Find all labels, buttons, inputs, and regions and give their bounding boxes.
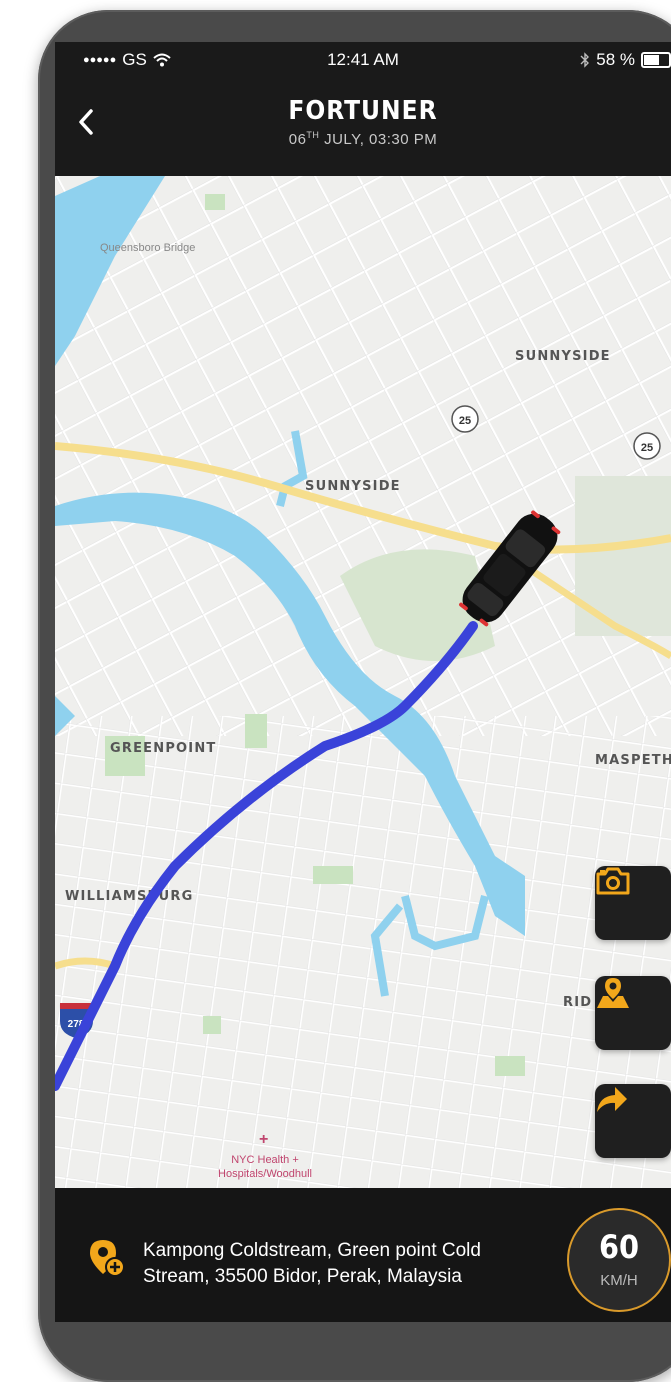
- label-williamsburg: WILLIAMSBURG: [65, 889, 194, 904]
- map-location-button[interactable]: [595, 976, 671, 1050]
- status-bar: ●●●●● GS 12:41 AM 58 %: [55, 42, 671, 78]
- park-area: [205, 194, 225, 210]
- park-area: [245, 714, 267, 748]
- label-greenpoint: GREENPOINT: [110, 741, 217, 756]
- app-screen: ●●●●● GS 12:41 AM 58 % FORTUNER 06TH JUL…: [55, 42, 671, 1322]
- speed-gauge: 60 KM/H: [567, 1208, 671, 1312]
- location-add-icon: [90, 1240, 125, 1277]
- status-right: 58 %: [580, 50, 671, 70]
- map-view[interactable]: Queensboro Bridge SUNNYSIDE SUNNYSIDE GR…: [55, 176, 671, 1188]
- address-line-1: Kampong Coldstream, Green point Cold: [143, 1240, 481, 1261]
- route-25-label: 25: [641, 442, 653, 454]
- hospital-icon: +: [259, 1131, 268, 1148]
- map-location-icon: [597, 978, 629, 1008]
- park-area: [203, 1016, 221, 1034]
- label-hospital-line2: Hospitals/Woodhull: [218, 1168, 312, 1180]
- camera-icon: [596, 867, 630, 895]
- trip-info-bar: Kampong Coldstream, Green point Cold Str…: [55, 1188, 671, 1322]
- trip-day: 06: [288, 131, 307, 148]
- bluetooth-icon: [580, 52, 590, 68]
- battery-percent: 58 %: [596, 50, 635, 69]
- park-area: [313, 866, 353, 884]
- route-25-label: 25: [459, 415, 471, 427]
- camera-button[interactable]: [595, 866, 671, 940]
- route-25-shield: 25: [633, 432, 661, 460]
- label-sunnyside: SUNNYSIDE: [305, 479, 401, 494]
- page-title: FORTUNER: [288, 96, 438, 126]
- route-25-shield: 25: [451, 405, 479, 433]
- label-hospital-line1: NYC Health +: [231, 1154, 299, 1166]
- label-sunnyside-north: SUNNYSIDE: [515, 349, 611, 364]
- park-area: [495, 1056, 525, 1076]
- label-queensboro: Queensboro Bridge: [100, 242, 195, 254]
- address-line-2: Stream, 35500 Bidor, Perak, Malaysia: [143, 1266, 462, 1287]
- app-header: FORTUNER 06TH JULY, 03:30 PM: [55, 86, 671, 178]
- map-canvas: Queensboro Bridge SUNNYSIDE SUNNYSIDE GR…: [55, 176, 671, 1188]
- trip-datetime: 06TH JULY, 03:30 PM: [55, 130, 671, 148]
- battery-icon: [641, 52, 671, 68]
- share-arrow-icon: [597, 1087, 627, 1112]
- status-time: 12:41 AM: [327, 50, 399, 69]
- current-address: Kampong Coldstream, Green point Cold Str…: [143, 1238, 573, 1290]
- speed-value: 60: [598, 1228, 640, 1266]
- label-maspeth: MASPETH: [595, 753, 671, 768]
- share-button[interactable]: [595, 1084, 671, 1158]
- trip-date-rest: JULY, 03:30 PM: [319, 131, 438, 148]
- speed-unit: KM/H: [600, 1272, 638, 1289]
- trip-day-suffix: TH: [306, 130, 320, 140]
- label-ridgewood: RID: [563, 995, 592, 1010]
